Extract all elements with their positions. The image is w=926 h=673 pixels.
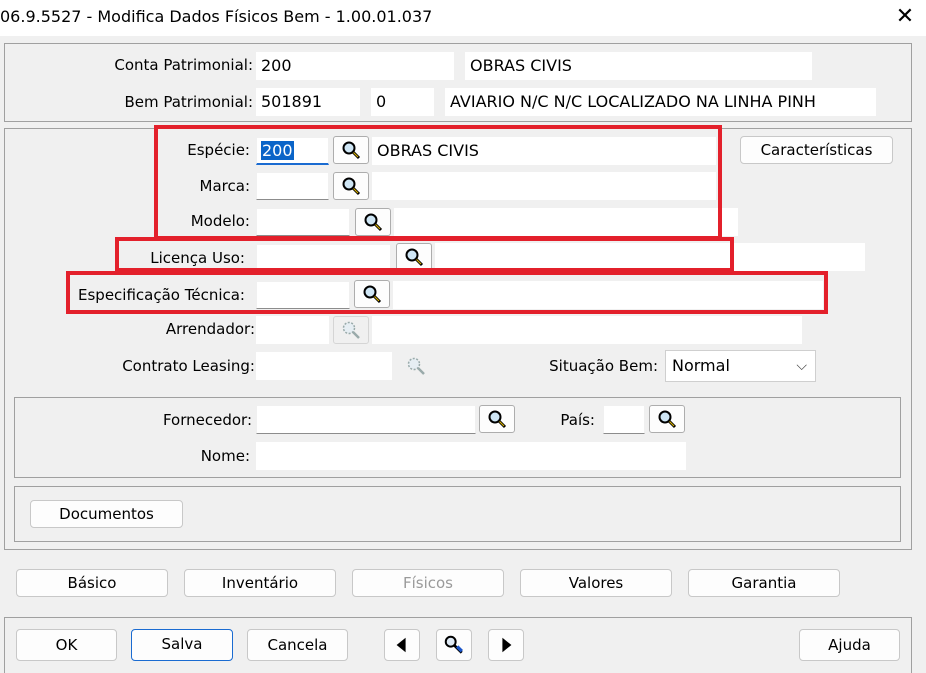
- arrow-right-icon: [502, 637, 512, 653]
- fornecedor-label: Fornecedor:: [162, 411, 252, 429]
- arrendador-field[interactable]: [256, 316, 329, 344]
- pais-label: País:: [560, 411, 595, 429]
- salva-button[interactable]: Salva: [131, 629, 233, 661]
- zoom-button[interactable]: [436, 629, 472, 661]
- window-title: 06.9.5527 - Modifica Dados Físicos Bem -…: [0, 7, 433, 26]
- pais-field[interactable]: [603, 405, 645, 434]
- caracteristicas-button[interactable]: Características: [740, 136, 893, 164]
- bem-code-field[interactable]: 501891: [256, 88, 360, 116]
- close-button[interactable]: ✕: [884, 0, 926, 36]
- tab-fisicos: Físicos: [352, 569, 504, 597]
- bem-label: Bem Patrimonial:: [124, 93, 253, 111]
- ajuda-button[interactable]: Ajuda: [799, 629, 900, 661]
- tab-garantia[interactable]: Garantia: [688, 569, 840, 597]
- arrendador-lookup-button: [333, 316, 369, 344]
- bem-seq-field[interactable]: 0: [371, 88, 434, 116]
- situacao-label: Situação Bem:: [549, 357, 658, 375]
- conta-code-field[interactable]: 200: [256, 52, 454, 80]
- pais-lookup-button[interactable]: [649, 405, 685, 433]
- contrato-lookup-button: [398, 352, 434, 380]
- magnifier-disabled-icon: [342, 321, 360, 339]
- chevron-down-icon: ⌵: [796, 358, 807, 374]
- highlight-box-especificacao: [66, 271, 828, 314]
- magnifier-disabled-icon: [407, 357, 425, 375]
- previous-button[interactable]: [384, 629, 420, 661]
- ok-button[interactable]: OK: [16, 629, 117, 661]
- zoom-tool-icon: [444, 635, 464, 654]
- fornecedor-lookup-button[interactable]: [479, 405, 515, 433]
- next-button[interactable]: [488, 629, 524, 661]
- arrow-left-icon: [396, 637, 406, 653]
- fornecedor-field[interactable]: [256, 405, 476, 434]
- arrendador-desc-field: [372, 316, 802, 344]
- nome-field[interactable]: [256, 442, 686, 470]
- cancela-button[interactable]: Cancela: [247, 629, 348, 661]
- documentos-button[interactable]: Documentos: [30, 500, 183, 528]
- situacao-select[interactable]: Normal ⌵: [665, 350, 816, 382]
- magnifier-icon: [488, 410, 507, 429]
- magnifier-icon: [658, 410, 677, 429]
- tab-basico[interactable]: Básico: [16, 569, 168, 597]
- contrato-label: Contrato Leasing:: [122, 357, 255, 375]
- highlight-box-especie-marca-modelo: [154, 125, 722, 240]
- contrato-field[interactable]: [256, 352, 392, 380]
- conta-label: Conta Patrimonial:: [114, 56, 253, 74]
- situacao-value: Normal: [672, 356, 730, 375]
- close-icon: ✕: [895, 4, 915, 29]
- arrendador-label: Arrendador:: [165, 320, 255, 338]
- bem-desc-field[interactable]: AVIARIO N/C N/C LOCALIZADO NA LINHA PINH: [445, 88, 876, 116]
- nome-label: Nome:: [200, 447, 250, 465]
- highlight-box-licenca: [115, 237, 734, 272]
- tab-valores[interactable]: Valores: [520, 569, 672, 597]
- tab-inventario[interactable]: Inventário: [184, 569, 336, 597]
- conta-desc-field[interactable]: OBRAS CIVIS: [465, 52, 812, 80]
